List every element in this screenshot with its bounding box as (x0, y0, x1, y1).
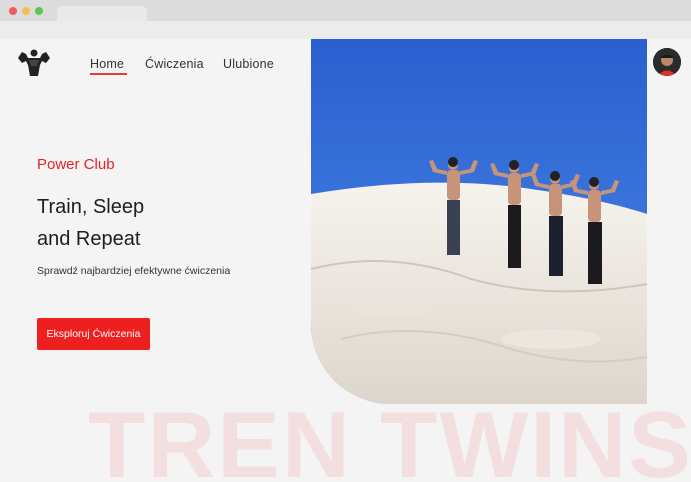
nav-item-favorites[interactable]: Ulubione (223, 57, 274, 71)
window-close-icon[interactable] (9, 7, 17, 15)
browser-chrome (0, 0, 691, 39)
explore-exercises-button[interactable]: Eksploruj Ćwiczenia (37, 318, 150, 350)
browser-toolbar (0, 21, 691, 39)
page: Home Ćwiczenia Ulubione Power Club Train… (0, 39, 691, 482)
nav-active-indicator (90, 73, 127, 75)
hero-title-line-1: Train, Sleep (37, 196, 145, 218)
window-maximize-icon[interactable] (35, 7, 43, 15)
muscle-man-icon[interactable] (16, 48, 52, 78)
brand-watermark: TREN TWINS (88, 392, 691, 482)
user-avatar[interactable] (653, 48, 681, 76)
hero-title-line-2: and Repeat (37, 228, 141, 250)
hero-kicker: Power Club (37, 156, 115, 173)
hero-image (311, 39, 647, 404)
window-minimize-icon[interactable] (22, 7, 30, 15)
hero-subtitle: Sprawdź najbardziej efektywne ćwiczenia (37, 265, 231, 277)
nav-item-exercises[interactable]: Ćwiczenia (145, 57, 204, 71)
hero-title: Train, Sleep and Repeat (37, 191, 144, 255)
browser-tab[interactable] (57, 6, 147, 22)
nav-item-home[interactable]: Home (90, 57, 124, 71)
